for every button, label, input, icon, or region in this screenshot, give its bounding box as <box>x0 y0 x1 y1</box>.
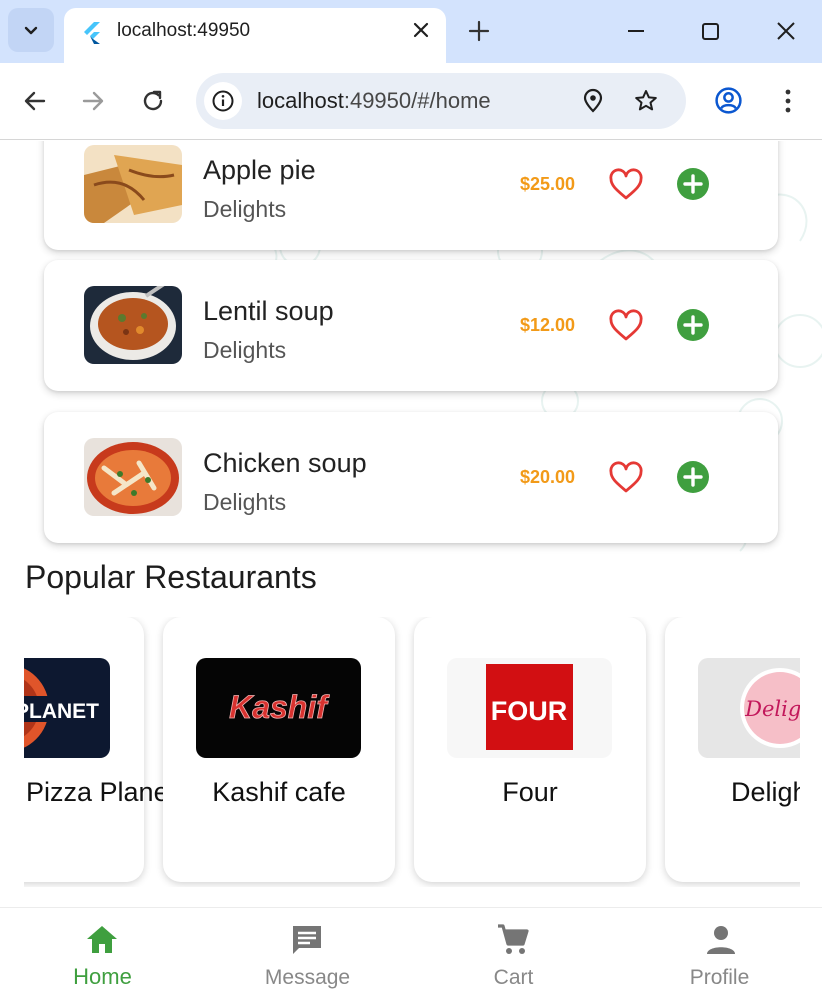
food-category: Delights <box>203 196 287 222</box>
app-page: Apple pie Delights $25.00 Lentil soup De… <box>0 141 822 907</box>
browser-tab[interactable]: localhost:49950 <box>64 8 446 63</box>
flutter-icon <box>84 22 100 44</box>
restaurant-logo: Deligh <box>698 658 800 758</box>
heart-icon[interactable] <box>608 309 644 343</box>
restaurant-carousel[interactable]: PLANET Pizza Planet Kashif Kashif cafe F… <box>24 617 800 887</box>
food-category: Delights <box>203 489 287 515</box>
svg-text:PLANET: PLANET <box>24 700 99 723</box>
restaurant-logo: Kashif <box>196 658 361 758</box>
home-icon <box>87 926 117 953</box>
site-info-button[interactable] <box>204 82 242 120</box>
food-card[interactable]: Lentil soup Delights $12.00 <box>44 260 778 391</box>
url-text: localhost:49950/#/home <box>257 88 491 114</box>
restaurant-name: Delights <box>731 777 800 807</box>
browser-toolbar: localhost:49950/#/home <box>0 63 822 140</box>
star-icon[interactable] <box>633 88 659 114</box>
url-path: :49950/#/home <box>343 88 491 113</box>
section-title: Popular Restaurants <box>25 559 317 595</box>
svg-text:Kashif: Kashif <box>229 689 330 725</box>
tab-title: localhost:49950 <box>117 20 251 41</box>
browser-tab-strip: localhost:49950 <box>0 0 822 63</box>
address-bar[interactable]: localhost:49950/#/home <box>196 73 686 129</box>
food-name: Lentil soup <box>203 296 334 326</box>
nav-label-message: Message <box>264 966 351 989</box>
restaurant-name: Kashif cafe <box>212 777 346 807</box>
reload-icon[interactable] <box>139 87 167 115</box>
restaurant-logo: FOUR <box>447 658 612 758</box>
food-price: $25.00 <box>520 174 576 194</box>
food-name: Chicken soup <box>203 448 367 478</box>
food-price: $20.00 <box>520 467 576 487</box>
nav-item-message[interactable]: Message <box>205 908 410 997</box>
tab-search-button[interactable] <box>8 8 54 52</box>
maximize-icon[interactable] <box>695 16 725 46</box>
nav-item-profile[interactable]: Profile <box>617 908 822 997</box>
food-name: Apple pie <box>203 155 316 185</box>
food-card[interactable]: Chicken soup Delights $20.00 <box>44 412 778 543</box>
new-tab-icon[interactable] <box>466 18 492 44</box>
restaurant-card[interactable]: Kashif Kashif cafe <box>163 617 395 882</box>
location-icon[interactable] <box>580 88 606 114</box>
minimize-icon[interactable] <box>621 16 651 46</box>
info-icon <box>212 90 234 112</box>
heart-icon[interactable] <box>608 168 644 202</box>
forward-icon[interactable] <box>79 87 107 115</box>
chevron-down-icon <box>24 26 38 35</box>
back-icon[interactable] <box>21 87 49 115</box>
food-card[interactable]: Apple pie Delights $25.00 <box>44 141 778 250</box>
close-tab-icon[interactable] <box>409 18 433 42</box>
restaurant-card[interactable]: FOUR Four <box>414 617 646 882</box>
restaurant-card[interactable]: Deligh Delights <box>665 617 800 882</box>
url-host: localhost <box>257 88 344 113</box>
close-window-icon[interactable] <box>771 16 801 46</box>
more-menu-icon[interactable] <box>774 87 802 115</box>
nav-label-profile: Profile <box>689 966 750 989</box>
nav-item-home[interactable]: Home <box>0 908 205 997</box>
add-to-cart-icon[interactable] <box>676 167 710 201</box>
add-to-cart-icon[interactable] <box>676 308 710 342</box>
svg-text:Deligh: Deligh <box>744 697 800 721</box>
food-price: $12.00 <box>520 315 576 335</box>
food-image <box>84 286 182 364</box>
food-image <box>84 145 182 223</box>
profile-account-icon[interactable] <box>714 86 743 115</box>
add-to-cart-icon[interactable] <box>676 460 710 494</box>
restaurant-logo: PLANET <box>24 658 110 758</box>
nav-label-cart: Cart <box>493 966 534 989</box>
heart-icon[interactable] <box>608 461 644 495</box>
bottom-navigation: Home Message Cart Profile <box>0 907 822 996</box>
food-image <box>84 438 182 516</box>
message-icon <box>293 926 321 954</box>
restaurant-name: Four <box>502 777 558 807</box>
person-icon <box>707 926 735 954</box>
nav-label-home: Home <box>73 964 132 989</box>
food-category: Delights <box>203 337 287 363</box>
svg-text:FOUR: FOUR <box>491 696 568 726</box>
restaurant-card[interactable]: PLANET Pizza Planet <box>24 617 176 882</box>
nav-item-cart[interactable]: Cart <box>411 908 616 997</box>
cart-icon <box>498 924 529 954</box>
